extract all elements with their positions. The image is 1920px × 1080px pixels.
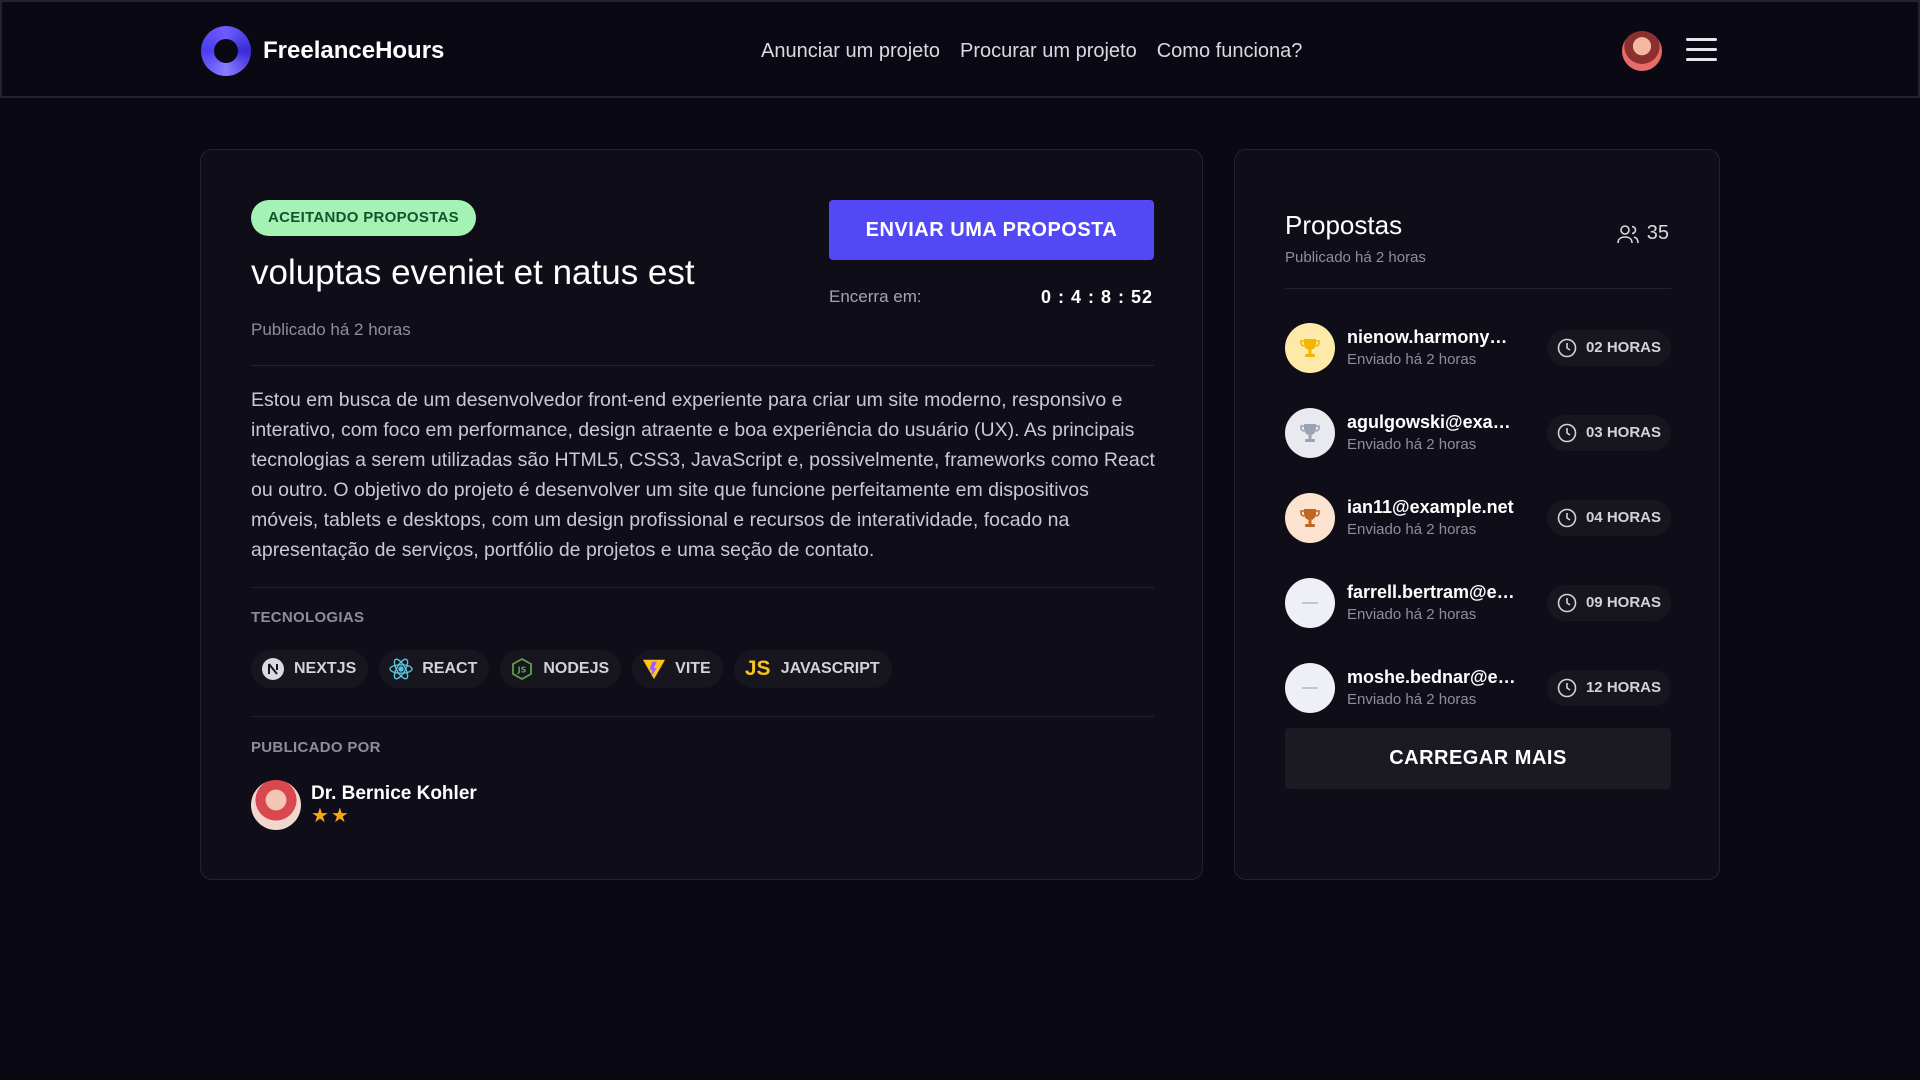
tech-label: JAVASCRIPT	[780, 660, 880, 677]
proposal-hours: 04 HORAS	[1585, 509, 1661, 526]
proposal-hours-badge: 04 HORAS	[1546, 499, 1671, 536]
javascript-icon: JS	[744, 657, 771, 680]
clock-icon	[1557, 678, 1577, 697]
technologies-label: TECNOLOGIAS	[251, 609, 365, 626]
proposal-hours: 12 HORAS	[1585, 679, 1661, 696]
load-more-button[interactable]: CARREGAR MAIS	[1285, 728, 1671, 789]
proposal-hours-badge: 09 HORAS	[1546, 584, 1671, 621]
project-title: voluptas eveniet et natus est	[251, 253, 695, 292]
clock-icon	[1557, 338, 1577, 357]
proposals-published-time: Publicado há 2 horas	[1285, 249, 1426, 266]
svg-text:JS: JS	[517, 666, 527, 675]
dash-icon	[1302, 601, 1318, 604]
proposal-sent-time: Enviado há 2 horas	[1347, 691, 1477, 708]
tech-badge-react: REACT	[379, 650, 490, 688]
author-avatar	[251, 780, 301, 830]
proposal-item[interactable]: moshe.bednar@example.com Enviado há 2 ho…	[1285, 645, 1671, 730]
hamburger-menu-icon[interactable]	[1686, 38, 1717, 62]
user-avatar[interactable]	[1622, 31, 1662, 71]
tech-label: NODEJS	[543, 660, 610, 677]
nextjs-icon	[261, 657, 285, 681]
proposal-item[interactable]: farrell.bertram@example.com Enviado há 2…	[1285, 560, 1671, 645]
ends-label: Encerra em:	[829, 287, 922, 306]
trophy-bronze-icon	[1300, 508, 1320, 527]
divider	[1285, 288, 1671, 289]
proposal-hours: 09 HORAS	[1585, 594, 1661, 611]
nodejs-icon: JS	[510, 657, 534, 681]
proposals-card: Propostas Publicado há 2 horas 35 nienow…	[1234, 149, 1720, 880]
proposal-avatar	[1285, 577, 1335, 628]
tech-badge-nextjs: NEXTJS	[251, 650, 369, 688]
proposal-avatar	[1285, 407, 1335, 458]
status-badge: ACEITANDO PROPOSTAS	[251, 200, 476, 236]
proposal-email: agulgowski@example.com	[1347, 412, 1522, 432]
proposal-list: nienow.harmony@example.com Enviado há 2 …	[1285, 305, 1671, 730]
proposal-hours-badge: 12 HORAS	[1546, 669, 1671, 706]
project-published-time: Publicado há 2 horas	[251, 320, 411, 339]
main-nav: Anunciar um projeto Procurar um projeto …	[761, 40, 1302, 63]
divider	[251, 587, 1154, 588]
proposal-item[interactable]: ian11@example.net Enviado há 2 horas 04 …	[1285, 475, 1671, 560]
proposal-sent-time: Enviado há 2 horas	[1347, 606, 1477, 623]
proposal-email: nienow.harmony@example.com	[1347, 327, 1522, 347]
proposal-email: moshe.bednar@example.com	[1347, 667, 1522, 687]
logo-icon	[201, 26, 251, 76]
proposal-sent-time: Enviado há 2 horas	[1347, 436, 1477, 453]
tech-label: VITE	[675, 660, 711, 677]
trophy-silver-icon	[1300, 423, 1320, 442]
tech-badge-javascript: JS JAVASCRIPT	[733, 650, 892, 688]
tech-badge-vite: VITE	[632, 650, 723, 688]
tech-badge-nodejs: JS NODEJS	[500, 650, 622, 688]
nav-link-how-it-works[interactable]: Como funciona?	[1157, 40, 1303, 63]
tech-label: NEXTJS	[294, 660, 357, 677]
project-description: Estou em busca de um desenvolvedor front…	[251, 389, 1155, 561]
proposal-sent-time: Enviado há 2 horas	[1347, 521, 1477, 538]
technology-list: NEXTJS REACT JS NODEJS VITE JS JAVASCRIP…	[251, 650, 892, 688]
users-icon	[1616, 224, 1639, 243]
proposal-item[interactable]: nienow.harmony@example.com Enviado há 2 …	[1285, 305, 1671, 390]
tech-label: REACT	[422, 660, 478, 677]
author-name: Dr. Bernice Kohler	[311, 783, 477, 804]
proposal-hours-badge: 03 HORAS	[1546, 414, 1671, 451]
send-proposal-button[interactable]: ENVIAR UMA PROPOSTA	[829, 200, 1154, 260]
proposal-hours: 03 HORAS	[1585, 424, 1661, 441]
brand[interactable]: FreelanceHours	[201, 26, 444, 76]
trophy-gold-icon	[1300, 338, 1320, 357]
react-icon	[389, 657, 413, 681]
clock-icon	[1557, 508, 1577, 527]
clock-icon	[1557, 593, 1577, 612]
author-rating-stars: ★★	[311, 805, 351, 827]
vite-icon	[642, 657, 666, 681]
clock-icon	[1557, 423, 1577, 442]
top-navbar: FreelanceHours Anunciar um projeto Procu…	[0, 0, 1920, 98]
divider	[251, 365, 1154, 366]
proposal-hours-badge: 02 HORAS	[1546, 329, 1671, 366]
divider	[251, 716, 1154, 717]
proposals-title: Propostas	[1285, 210, 1403, 240]
nav-link-announce[interactable]: Anunciar um projeto	[761, 40, 940, 63]
proposal-item[interactable]: agulgowski@example.com Enviado há 2 hora…	[1285, 390, 1671, 475]
proposal-avatar	[1285, 662, 1335, 713]
proposal-avatar	[1285, 322, 1335, 373]
dash-icon	[1302, 686, 1318, 689]
proposals-count-value: 35	[1646, 222, 1669, 244]
proposal-sent-time: Enviado há 2 horas	[1347, 351, 1477, 368]
project-card: ACEITANDO PROPOSTAS voluptas eveniet et …	[200, 149, 1203, 880]
countdown-timer: 0 : 4 : 8 : 52	[1040, 287, 1153, 307]
brand-name: FreelanceHours	[263, 37, 445, 64]
proposal-email: ian11@example.net	[1347, 497, 1514, 517]
proposals-count: 35	[1616, 222, 1669, 245]
nav-link-search[interactable]: Procurar um projeto	[960, 40, 1137, 63]
proposal-avatar	[1285, 492, 1335, 543]
published-by-label: PUBLICADO POR	[251, 739, 381, 756]
proposal-hours: 02 HORAS	[1585, 339, 1661, 356]
proposal-email: farrell.bertram@example.com	[1347, 582, 1522, 602]
author[interactable]: Dr. Bernice Kohler ★★	[251, 780, 477, 830]
